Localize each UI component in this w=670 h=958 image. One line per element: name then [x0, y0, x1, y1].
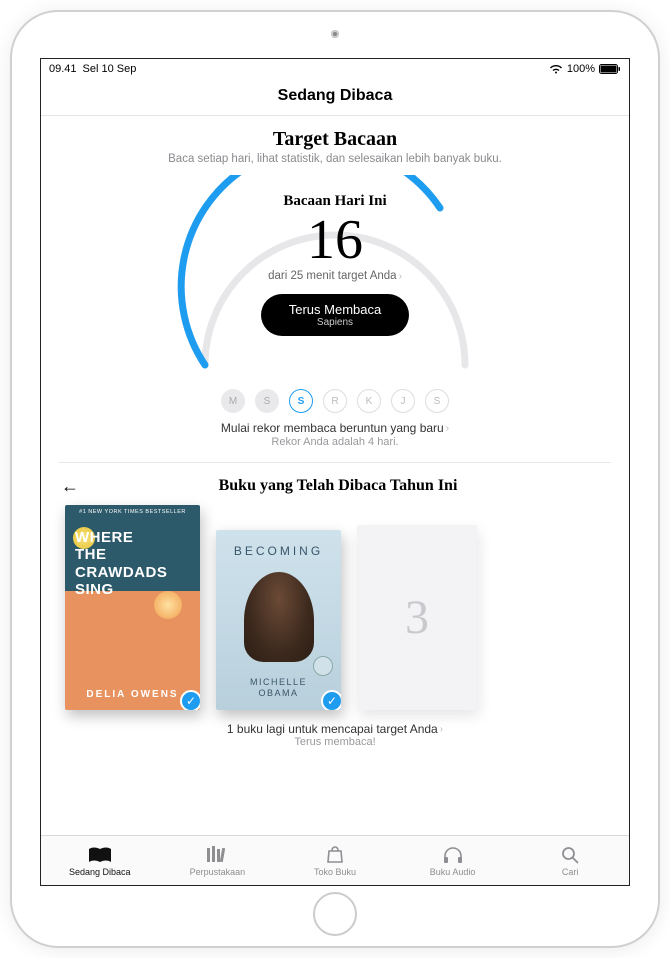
tab-library[interactable]: Perpustakaan	[159, 836, 277, 885]
tab-label: Buku Audio	[430, 867, 476, 877]
status-bar: 09.41 Sel 10 Sep 100%	[41, 59, 629, 79]
book-becoming[interactable]: BECOMING MICHELLE OBAMA ✓	[216, 530, 341, 710]
battery-percent: 100%	[567, 63, 595, 75]
chevron-right-icon: ›	[440, 724, 443, 735]
today-value: 16	[307, 212, 363, 268]
day-indicator: K	[357, 389, 381, 413]
ipad-device-frame: 09.41 Sel 10 Sep 100% Sedang Dibaca Targ…	[10, 10, 660, 948]
open-book-icon	[87, 845, 113, 865]
book-title: BECOMING	[234, 544, 323, 558]
day-indicator: J	[391, 389, 415, 413]
status-date: Sel 10 Sep	[83, 63, 137, 75]
tab-bar: Sedang Dibaca Perpustakaan Toko Buku Buk…	[41, 835, 629, 885]
year-goal-link[interactable]: 1 buku lagi untuk mencapai target Anda ›	[59, 722, 611, 736]
title-word: SING	[75, 581, 167, 598]
tab-search[interactable]: Cari	[511, 836, 629, 885]
goals-subtitle: Baca setiap hari, lihat statistik, dan s…	[59, 153, 611, 165]
page-title: Sedang Dibaca	[41, 79, 629, 116]
check-badge-icon: ✓	[321, 690, 341, 710]
shopping-bag-icon	[326, 845, 344, 865]
target-link[interactable]: dari 25 menit target Anda ›	[268, 270, 402, 282]
day-indicator: R	[323, 389, 347, 413]
today-label: Bacaan Hari Ini	[283, 193, 386, 210]
status-left: 09.41 Sel 10 Sep	[49, 63, 136, 75]
ring-center: Bacaan Hari Ini 16 dari 25 menit target …	[165, 187, 505, 336]
search-icon	[561, 845, 579, 865]
award-seal-icon	[313, 656, 333, 676]
streak-sub: Rekor Anda adalah 4 hari.	[59, 436, 611, 448]
tab-label: Perpustakaan	[190, 867, 246, 877]
book-author: MICHELLE OBAMA	[250, 677, 307, 700]
year-title: Buku yang Telah Dibaca Tahun Ini	[65, 477, 611, 495]
author-line: OBAMA	[250, 688, 307, 700]
author-line: MICHELLE	[250, 677, 307, 689]
title-word: THE	[75, 546, 167, 563]
year-goal-text: 1 buku lagi untuk mencapai target Anda	[227, 722, 438, 736]
check-badge-icon: ✓	[180, 690, 200, 710]
day-indicator: M	[221, 389, 245, 413]
tab-label: Cari	[562, 867, 579, 877]
library-icon	[206, 845, 228, 865]
home-button[interactable]	[313, 892, 357, 936]
book-title: WHERE THE CRAWDADS SING	[75, 529, 167, 598]
tab-reading-now[interactable]: Sedang Dibaca	[41, 836, 159, 885]
divider	[59, 462, 611, 463]
tab-label: Toko Buku	[314, 867, 356, 877]
tab-label: Sedang Dibaca	[69, 867, 131, 877]
status-right: 100%	[549, 63, 621, 75]
battery-icon	[599, 64, 621, 74]
day-indicator: S	[425, 389, 449, 413]
chevron-right-icon: ›	[446, 423, 449, 434]
day-indicator: S	[289, 389, 313, 413]
year-goal-sub: Terus membaca!	[59, 736, 611, 748]
screen: 09.41 Sel 10 Sep 100% Sedang Dibaca Targ…	[40, 58, 630, 886]
wifi-icon	[549, 64, 563, 74]
streak-link[interactable]: Mulai rekor membaca beruntun yang baru ›	[59, 421, 611, 435]
goals-title: Target Bacaan	[59, 128, 611, 151]
portrait-art	[244, 572, 314, 662]
book-crawdads[interactable]: #1 NEW YORK TIMES BESTSELLER WHERE THE C…	[65, 505, 200, 710]
streak-text: Mulai rekor membaca beruntun yang baru	[221, 421, 444, 435]
book-row: #1 NEW YORK TIMES BESTSELLER WHERE THE C…	[59, 505, 611, 710]
continue-label: Terus Membaca	[289, 302, 381, 317]
camera-dot	[331, 30, 339, 38]
placeholder-number: 3	[405, 590, 429, 645]
book-tagline: #1 NEW YORK TIMES BESTSELLER	[69, 509, 196, 515]
target-text: dari 25 menit target Anda	[268, 270, 397, 282]
title-word: WHERE	[75, 529, 167, 546]
day-indicator: S	[255, 389, 279, 413]
status-time: 09.41	[49, 63, 77, 75]
main-content: Target Bacaan Baca setiap hari, lihat st…	[41, 116, 629, 835]
progress-ring: Bacaan Hari Ini 16 dari 25 menit target …	[165, 175, 505, 385]
headphones-icon	[443, 845, 463, 865]
book-placeholder[interactable]: 3	[357, 525, 477, 710]
tab-audiobooks[interactable]: Buku Audio	[394, 836, 512, 885]
chevron-right-icon: ›	[399, 271, 402, 282]
year-header: ← Buku yang Telah Dibaca Tahun Ini	[59, 477, 611, 495]
continue-book: Sapiens	[289, 317, 381, 328]
tab-book-store[interactable]: Toko Buku	[276, 836, 394, 885]
continue-reading-button[interactable]: Terus Membaca Sapiens	[261, 294, 409, 336]
title-word: CRAWDADS	[75, 564, 167, 581]
weekday-row: M S S R K J S	[59, 389, 611, 413]
